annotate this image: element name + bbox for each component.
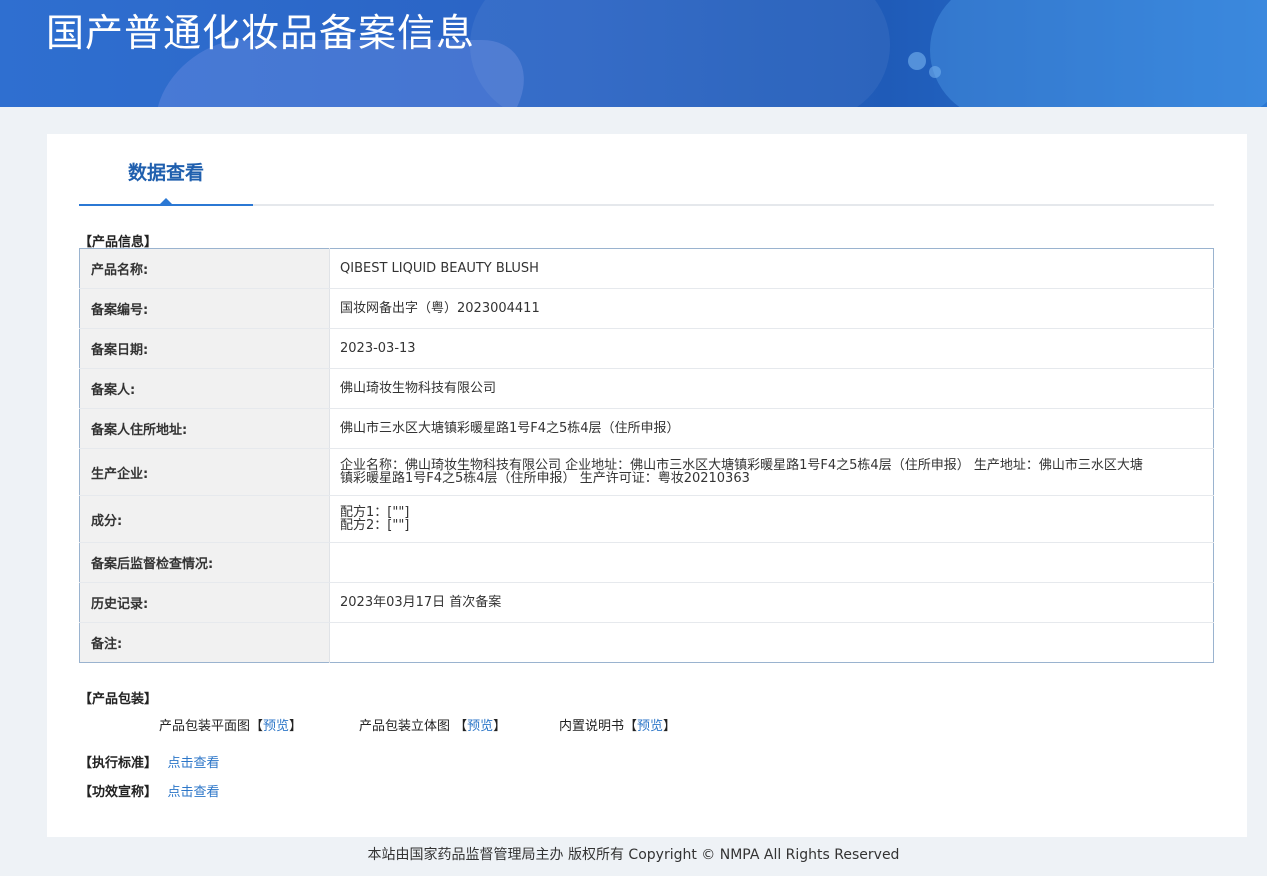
tab-data-view[interactable]: 数据查看 [79,134,253,206]
row-label-product-name: 产品名称: [79,248,330,289]
bracket-open: 【 [250,719,264,734]
packaging-flat-label: 产品包装平面图 [159,719,251,734]
tab-data-view-label: 数据查看 [127,162,204,184]
product-info-table: 产品名称: QIBEST LIQUID BEAUTY BLUSH 备案编号: 国… [79,248,1214,663]
tab-caret-icon [160,198,172,204]
row-label-filing-number: 备案编号: [79,288,330,329]
table-row: 备案后监督检查情况: [79,542,1214,583]
page-header: 国产普通化妆品备案信息 [0,0,1267,107]
row-label-ingredients: 成分: [79,495,330,543]
bracket-close: 】 [493,719,507,734]
section-efficacy: 【功效宣称】 点击查看 [79,781,220,800]
preview-flat-link[interactable]: 预览 [263,719,289,734]
packaging-manual-label: 内置说明书 [559,719,625,734]
row-label-supervision: 备案后监督检查情况: [79,542,330,583]
standard-label: 【执行标准】 [79,756,158,771]
efficacy-label: 【功效宣称】 [79,785,158,800]
preview-manual-link[interactable]: 预览 [637,719,663,734]
table-row: 备案人住所地址: 佛山市三水区大塘镇彩暖星路1号F4之5栋4层（住所申报） [79,408,1214,449]
row-value-product-name: QIBEST LIQUID BEAUTY BLUSH [329,248,1214,289]
bracket-close: 】 [289,719,303,734]
tab-underline [79,204,253,206]
row-label-history: 历史记录: [79,582,330,623]
table-row: 备案日期: 2023-03-13 [79,328,1214,369]
packaging-flat-item: 产品包装平面图【预览】 [159,715,302,734]
header-decoration [470,0,890,107]
table-row: 生产企业: 企业名称：佛山琦妆生物科技有限公司 企业地址：佛山市三水区大塘镇彩暖… [79,448,1214,496]
bracket-close: 】 [663,719,677,734]
table-row: 备案人: 佛山琦妆生物科技有限公司 [79,368,1214,409]
section-packaging: 【产品包装】 [79,692,158,707]
table-row: 备案编号: 国妆网备出字（粤）2023004411 [79,288,1214,329]
preview-3d-link[interactable]: 预览 [467,719,493,734]
row-value-filing-date: 2023-03-13 [329,328,1214,369]
table-row: 成分: 配方1：[""] 配方2：[""] [79,495,1214,543]
packaging-3d-item: 产品包装立体图 【预览】 [359,715,506,734]
packaging-manual-item: 内置说明书【预览】 [559,715,676,734]
row-value-supervision [329,542,1214,583]
formula-1: 配方1：[""] [340,505,410,520]
header-decoration [930,0,1267,107]
row-value-filing-number: 国妆网备出字（粤）2023004411 [329,288,1214,329]
row-value-manufacturer: 企业名称：佛山琦妆生物科技有限公司 企业地址：佛山市三水区大塘镇彩暖星路1号F4… [329,448,1214,496]
row-value-ingredients: 配方1：[""] 配方2：[""] [329,495,1214,543]
standard-view-link[interactable]: 点击查看 [168,756,220,771]
bracket-open: 【 [624,719,638,734]
table-row: 历史记录: 2023年03月17日 首次备案 [79,582,1214,623]
header-decoration [908,52,926,70]
row-value-filer: 佛山琦妆生物科技有限公司 [329,368,1214,409]
content-card: 数据查看 【产品信息】 产品名称: QIBEST LIQUID BEAUTY B… [47,134,1247,837]
header-decoration [929,66,941,78]
page-footer: 本站由国家药品监督管理局主办 版权所有 Copyright © NMPA All… [367,847,900,863]
row-value-remarks [330,623,1214,663]
section-standard: 【执行标准】 点击查看 [79,752,220,771]
bracket-open: 【 [454,719,468,734]
row-value-filer-address: 佛山市三水区大塘镇彩暖星路1号F4之5栋4层（住所申报） [329,408,1214,449]
row-label-remarks: 备注: [79,622,330,663]
efficacy-view-link[interactable]: 点击查看 [168,785,220,800]
row-value-history: 2023年03月17日 首次备案 [329,582,1214,623]
tab-bar: 数据查看 [79,134,1214,206]
packaging-3d-label: 产品包装立体图 [359,719,455,734]
table-row: 备注: [79,622,1214,663]
row-label-filer-address: 备案人住所地址: [79,408,330,449]
row-label-filing-date: 备案日期: [79,328,330,369]
table-row: 产品名称: QIBEST LIQUID BEAUTY BLUSH [79,248,1214,289]
row-label-manufacturer: 生产企业: [79,448,330,496]
row-label-filer: 备案人: [79,368,330,409]
page-title: 国产普通化妆品备案信息 [46,11,476,55]
formula-2: 配方2：[""] [340,518,410,533]
